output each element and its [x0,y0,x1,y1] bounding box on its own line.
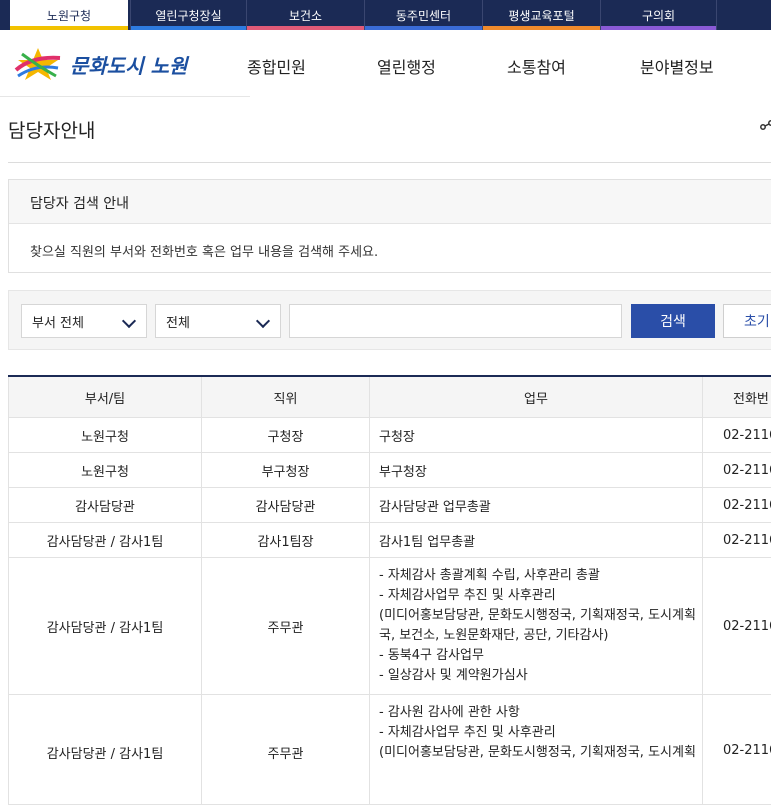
site-tab-council[interactable]: 구의회 [600,0,716,30]
column-header-position: 직위 [202,376,370,418]
column-header-duties: 업무 [370,376,703,418]
duty-line: 국, 보건소, 노원문화재단, 공단, 기타감사) [379,626,701,646]
search-input[interactable] [289,304,622,338]
duty-line: - 일상감사 및 계약원가심사 [379,666,701,686]
search-button[interactable]: 검색 [631,304,715,338]
duty-line: - 자체감사업무 추진 및 사후관리 [379,723,701,743]
cell-position: 감사1팀장 [202,523,370,558]
star-logo-icon [12,46,64,82]
site-tabs: 노원구청 열린구청장실 보건소 동주민센터 평생교육포털 구의회 [0,0,771,30]
table-row: 감사담당관 감사담당관 감사담당관 업무총괄 02-2116- [9,488,771,523]
department-select[interactable]: 부서 전체 [21,304,147,338]
search-guide-box: 담당자 검색 안내 찾으실 직원의 부서와 전화번호 혹은 업무 내용을 검색해… [8,179,771,273]
cell-position: 감사담당관 [202,488,370,523]
duty-line: (미디어홍보담당관, 문화도시행정국, 기획재정국, 도시계획 [379,743,701,763]
site-tab-label: 노원구청 [47,7,91,24]
search-bar: 부서 전체 전체 검색 초기 [8,290,771,350]
nav-civil-service[interactable]: 종합민원 [247,54,306,78]
site-tab-label: 열린구청장실 [155,7,221,24]
site-tab-education[interactable]: 평생교육포털 [482,0,600,30]
column-header-department: 부서/팀 [9,376,202,418]
site-tab-label: 보건소 [289,7,322,24]
cell-department: 감사담당관 / 감사1팀 [9,558,202,695]
cell-duties: - 감사원 감사에 관한 사항 - 자체감사업무 추진 및 사후관리 (미디어홍… [370,695,703,805]
search-guide-header: 담당자 검색 안내 [9,180,771,224]
cell-position: 주무관 [202,695,370,805]
cell-phone: 02-2116- [703,558,771,695]
table-row: 노원구청 구청장 구청장 02-2116- [9,418,771,453]
cell-duties: 감사1팀 업무총괄 [370,523,703,558]
site-tab-nowon[interactable]: 노원구청 [10,0,128,30]
search-type-select[interactable]: 전체 [155,304,281,338]
site-tab-spacer [716,0,771,30]
cell-department: 감사담당관 [9,488,202,523]
table-row: 감사담당관 / 감사1팀 감사1팀장 감사1팀 업무총괄 02-2116- [9,523,771,558]
department-select-value: 부서 전체 [32,312,84,331]
duty-line: - 감사원 감사에 관한 사항 [379,703,701,723]
chevron-down-icon [122,314,136,328]
cell-position: 주무관 [202,558,370,695]
search-guide-title: 담당자 검색 안내 [30,193,129,213]
cell-phone: 02-2116- [703,418,771,453]
header-divider [0,96,250,97]
duty-line: - 자체감사 총괄계획 수립, 사후관리 총괄 [379,566,701,586]
duty-line: - 자체감사업무 추진 및 사후관리 [379,586,701,606]
column-header-phone: 전화번 [703,376,771,418]
site-tab-mayor[interactable]: 열린구청장실 [130,0,246,30]
site-tab-health[interactable]: 보건소 [246,0,364,30]
cell-phone: 02-2116- [703,453,771,488]
cell-phone: 02-2116- [703,488,771,523]
site-tab-label: 평생교육포털 [508,7,574,24]
cell-department: 노원구청 [9,453,202,488]
cell-duties: 감사담당관 업무총괄 [370,488,703,523]
nav-field-info[interactable]: 분야별정보 [640,54,714,78]
cell-position: 부구청장 [202,453,370,488]
site-tab-community[interactable]: 동주민센터 [364,0,482,30]
cell-department: 감사담당관 / 감사1팀 [9,523,202,558]
cell-duties: - 자체감사 총괄계획 수립, 사후관리 총괄 - 자체감사업무 추진 및 사후… [370,558,703,695]
cell-duties: 구청장 [370,418,703,453]
duty-line: - 동북4구 감사업무 [379,646,701,666]
site-logo[interactable]: 문화도시 노원 [12,46,187,82]
site-header: 문화도시 노원 종합민원 열린행정 소통참여 분야별정보 [0,30,771,96]
table-row: 감사담당관 / 감사1팀 주무관 - 자체감사 총괄계획 수립, 사후관리 총괄… [9,558,771,695]
logo-text: 문화도시 노원 [70,50,187,79]
chevron-down-icon [256,314,270,328]
page-title: 담당자안내 [8,116,95,143]
table-header-row: 부서/팀 직위 업무 전화번 [9,376,771,418]
site-tab-label: 동주민센터 [396,7,451,24]
cell-phone: 02-2116- [703,695,771,805]
nav-participation[interactable]: 소통참여 [507,54,566,78]
nav-open-admin[interactable]: 열린행정 [377,54,436,78]
search-type-select-value: 전체 [166,312,190,331]
reset-button[interactable]: 초기 [723,304,771,338]
site-tab-label: 구의회 [642,7,675,24]
cell-department: 감사담당관 / 감사1팀 [9,695,202,805]
table-row: 감사담당관 / 감사1팀 주무관 - 감사원 감사에 관한 사항 - 자체감사업… [9,695,771,805]
cell-phone: 02-2116- [703,523,771,558]
title-divider [8,162,771,163]
search-guide-description: 찾으실 직원의 부서와 전화번호 혹은 업무 내용을 검색해 주세요. [30,241,378,260]
cell-department: 노원구청 [9,418,202,453]
share-icon[interactable] [760,120,771,134]
staff-table: 부서/팀 직위 업무 전화번 노원구청 구청장 구청장 02-2116- 노원구… [8,375,771,805]
table-row: 노원구청 부구청장 부구청장 02-2116- [9,453,771,488]
cell-duties: 부구청장 [370,453,703,488]
duty-line: (미디어홍보담당관, 문화도시행정국, 기획재정국, 도시계획 [379,606,701,626]
cell-position: 구청장 [202,418,370,453]
